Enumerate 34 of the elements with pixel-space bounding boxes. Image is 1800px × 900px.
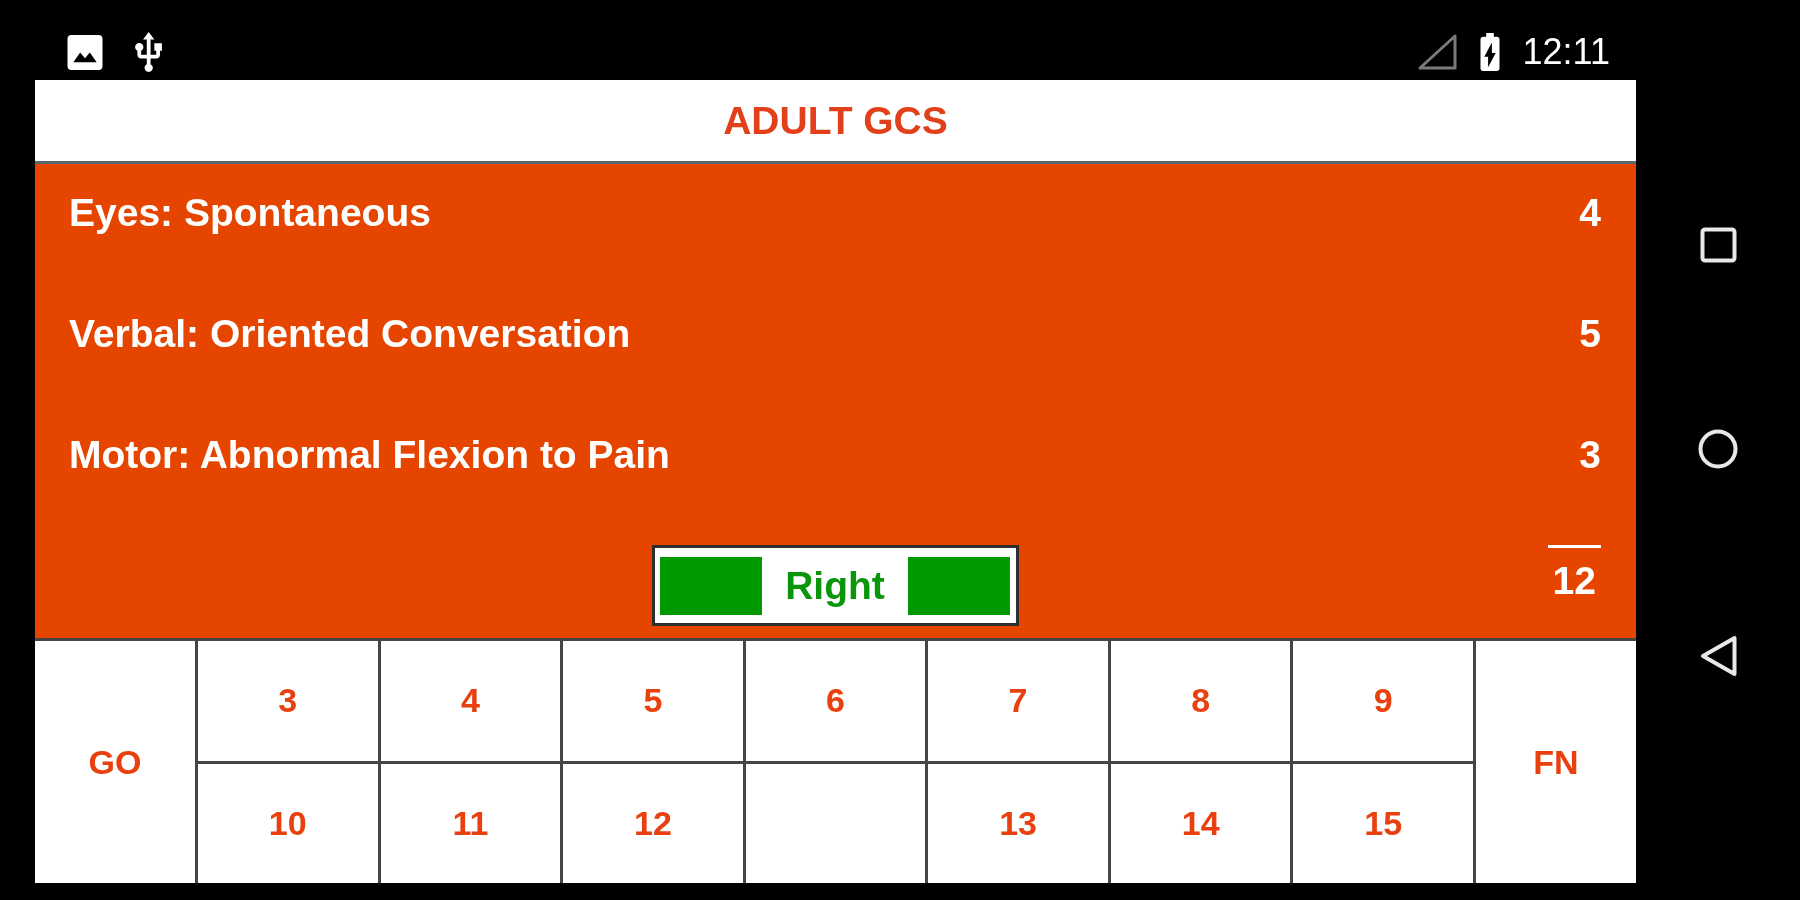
score-value: 3 (1579, 433, 1601, 477)
number-key[interactable]: 10 (198, 763, 378, 883)
side-toggle[interactable]: Right (651, 545, 1019, 626)
back-icon[interactable] (1699, 635, 1737, 677)
number-key[interactable]: 13 (928, 763, 1108, 883)
recent-apps-icon[interactable] (1699, 227, 1737, 263)
clock-time: 12:11 (1522, 32, 1610, 72)
number-key[interactable]: 5 (563, 641, 743, 761)
number-key[interactable]: 12 (563, 763, 743, 883)
number-key[interactable]: 14 (1110, 763, 1291, 883)
number-key[interactable]: 11 (380, 763, 561, 883)
filled-rectangle-icon (908, 556, 1011, 615)
total-score: 12 (1547, 545, 1601, 603)
number-key[interactable]: 6 (745, 641, 926, 761)
number-key[interactable]: 8 (1110, 641, 1291, 761)
screen-title: ADULT GCS (723, 98, 948, 143)
score-label: Motor: Abnormal Flexion to Pain (69, 433, 670, 477)
score-label: Eyes: Spontaneous (69, 191, 431, 235)
number-key[interactable]: 7 (928, 641, 1108, 761)
number-key[interactable]: 15 (1293, 763, 1473, 883)
score-value: 5 (1579, 312, 1601, 356)
go-key[interactable]: GO (35, 641, 195, 883)
image-icon (67, 34, 103, 70)
battery-charging-icon (1479, 33, 1500, 71)
usb-icon (135, 32, 162, 72)
score-value: 4 (1579, 191, 1601, 235)
number-key[interactable]: 4 (380, 641, 561, 761)
number-key[interactable]: 9 (1293, 641, 1473, 761)
home-icon[interactable] (1698, 429, 1738, 469)
score-label: Verbal: Oriented Conversation (69, 312, 631, 356)
function-key[interactable]: FN (1476, 641, 1636, 883)
signal-icon (1417, 34, 1457, 70)
filled-rectangle-icon (659, 556, 762, 615)
number-key[interactable]: 3 (198, 641, 378, 761)
